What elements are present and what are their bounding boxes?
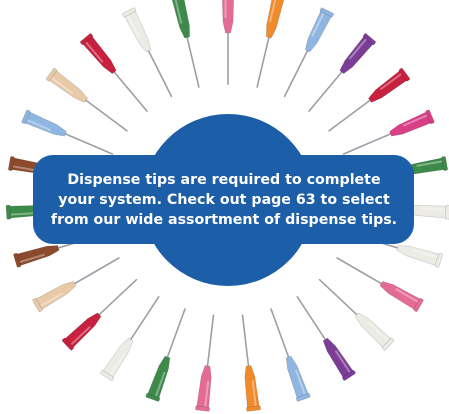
dispense-tip-white: [100, 296, 160, 381]
dispense-tip-magenta: [342, 109, 435, 155]
dispense-tip-pink: [336, 257, 424, 312]
dispense-tip-light-blue: [283, 7, 334, 98]
dispense-tip-tan: [32, 257, 120, 312]
callout-message: Dispense tips are required to complete y…: [35, 158, 413, 242]
dispense-tip-pink: [222, 0, 234, 85]
callout-line-2: your system. Check out page 63 to select: [58, 192, 390, 208]
dispense-tip-orange: [256, 0, 285, 88]
dispense-tip-green: [145, 308, 186, 402]
dispense-tip-green: [171, 0, 200, 88]
dispense-tip-purple: [296, 296, 356, 381]
callout-line-1: Dispense tips are required to complete: [67, 172, 381, 188]
dispense-tip-pink: [195, 314, 215, 412]
dispense-tip-light-blue: [270, 308, 311, 402]
callout-line-3: from our wide assortment of dispense tip…: [50, 212, 398, 228]
dispense-tip-light-blue: [21, 109, 114, 155]
dispense-tip-white: [122, 7, 173, 98]
dispense-tip-orange: [241, 314, 261, 412]
